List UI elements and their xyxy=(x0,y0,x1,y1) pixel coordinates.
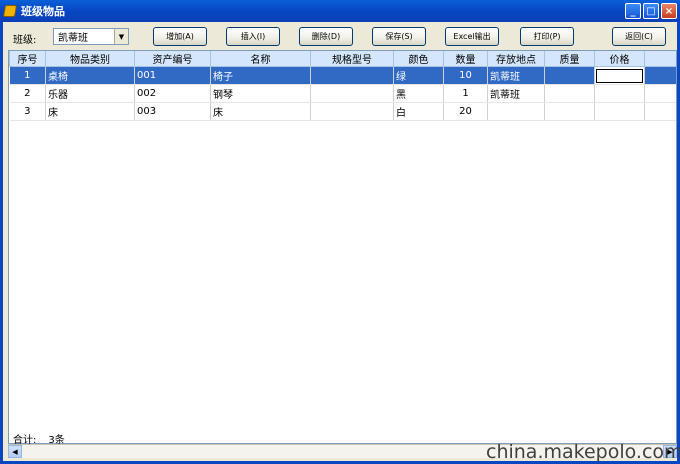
cell[interactable]: 椅子 xyxy=(210,66,311,85)
cell[interactable]: 乐器 xyxy=(45,84,135,103)
cell[interactable] xyxy=(644,102,676,121)
add-button[interactable]: 增加(A) xyxy=(153,27,207,46)
close-button[interactable]: × xyxy=(661,3,677,19)
price-edit-cell[interactable] xyxy=(594,66,645,85)
class-label: 班级: xyxy=(13,35,37,46)
cell[interactable] xyxy=(644,84,676,103)
scroll-left-icon[interactable]: ◀ xyxy=(8,445,22,458)
cell[interactable]: 凯蒂班 xyxy=(487,66,545,85)
back-button[interactable]: 返回(C) xyxy=(612,27,666,46)
class-select[interactable]: 凯蒂班 ▼ xyxy=(53,28,129,45)
cell[interactable]: 3 xyxy=(9,102,46,121)
excel-export-button[interactable]: Excel输出 xyxy=(445,27,499,46)
maximize-button[interactable]: □ xyxy=(643,3,659,19)
cell[interactable]: 1 xyxy=(9,66,46,85)
column-header[interactable]: 数量 xyxy=(443,51,488,67)
chevron-down-icon[interactable]: ▼ xyxy=(114,29,128,44)
cell[interactable]: 钢琴 xyxy=(210,84,311,103)
items-grid[interactable]: 序号 物品类别 资产编号 名称 规格型号 颜色 数量 存放地点 质量 价格 1 … xyxy=(8,50,677,444)
column-header[interactable] xyxy=(644,51,676,67)
table-row[interactable]: 1 桌椅 001 椅子 绿 10 凯蒂班 xyxy=(9,66,676,85)
cell[interactable] xyxy=(544,84,595,103)
title-bar: 班级物品 _ □ × xyxy=(0,0,680,22)
cell[interactable] xyxy=(310,66,394,85)
class-select-value: 凯蒂班 xyxy=(58,33,88,44)
cell[interactable] xyxy=(487,102,545,121)
column-header[interactable]: 资产编号 xyxy=(134,51,211,67)
save-button[interactable]: 保存(S) xyxy=(372,27,426,46)
grid-header-row: 序号 物品类别 资产编号 名称 规格型号 颜色 数量 存放地点 质量 价格 xyxy=(9,51,676,67)
table-row[interactable]: 3 床 003 床 白 20 xyxy=(9,102,676,121)
app-icon xyxy=(2,5,18,17)
cell[interactable]: 绿 xyxy=(393,66,444,85)
cell[interactable]: 1 xyxy=(443,84,488,103)
print-button[interactable]: 打印(P) xyxy=(520,27,574,46)
cell[interactable]: 002 xyxy=(134,84,211,103)
column-header[interactable]: 物品类别 xyxy=(45,51,135,67)
window-controls: _ □ × xyxy=(625,3,677,19)
column-header[interactable]: 存放地点 xyxy=(487,51,545,67)
cell[interactable]: 003 xyxy=(134,102,211,121)
table-row[interactable]: 2 乐器 002 钢琴 黑 1 凯蒂班 xyxy=(9,84,676,103)
column-header[interactable]: 价格 xyxy=(594,51,645,67)
insert-button[interactable]: 插入(I) xyxy=(226,27,280,46)
watermark: china.makepolo.com xyxy=(486,441,680,463)
cell[interactable] xyxy=(544,102,595,121)
cell-editor[interactable] xyxy=(596,68,643,83)
cell[interactable] xyxy=(310,102,394,121)
cell[interactable]: 20 xyxy=(443,102,488,121)
column-header[interactable]: 规格型号 xyxy=(310,51,394,67)
cell[interactable]: 10 xyxy=(443,66,488,85)
minimize-button[interactable]: _ xyxy=(625,3,641,19)
cell[interactable] xyxy=(310,84,394,103)
column-header[interactable]: 质量 xyxy=(544,51,595,67)
window-title: 班级物品 xyxy=(21,5,65,18)
delete-button[interactable]: 删除(D) xyxy=(299,27,353,46)
cell[interactable] xyxy=(594,102,645,121)
cell[interactable]: 床 xyxy=(210,102,311,121)
cell[interactable] xyxy=(644,66,676,85)
column-header[interactable]: 颜色 xyxy=(393,51,444,67)
cell[interactable]: 001 xyxy=(134,66,211,85)
cell[interactable]: 黑 xyxy=(393,84,444,103)
cell[interactable]: 白 xyxy=(393,102,444,121)
window-body: 班级: 凯蒂班 ▼ 增加(A) 插入(I) 删除(D) 保存(S) Excel输… xyxy=(0,22,680,464)
cell[interactable] xyxy=(594,84,645,103)
column-header[interactable]: 序号 xyxy=(9,51,46,67)
column-header[interactable]: 名称 xyxy=(210,51,311,67)
cell[interactable]: 床 xyxy=(45,102,135,121)
cell[interactable]: 桌椅 xyxy=(45,66,135,85)
cell[interactable]: 2 xyxy=(9,84,46,103)
toolbar: 班级: 凯蒂班 ▼ 增加(A) 插入(I) 删除(D) 保存(S) Excel输… xyxy=(3,22,677,50)
cell[interactable]: 凯蒂班 xyxy=(487,84,545,103)
cell[interactable] xyxy=(544,66,595,85)
